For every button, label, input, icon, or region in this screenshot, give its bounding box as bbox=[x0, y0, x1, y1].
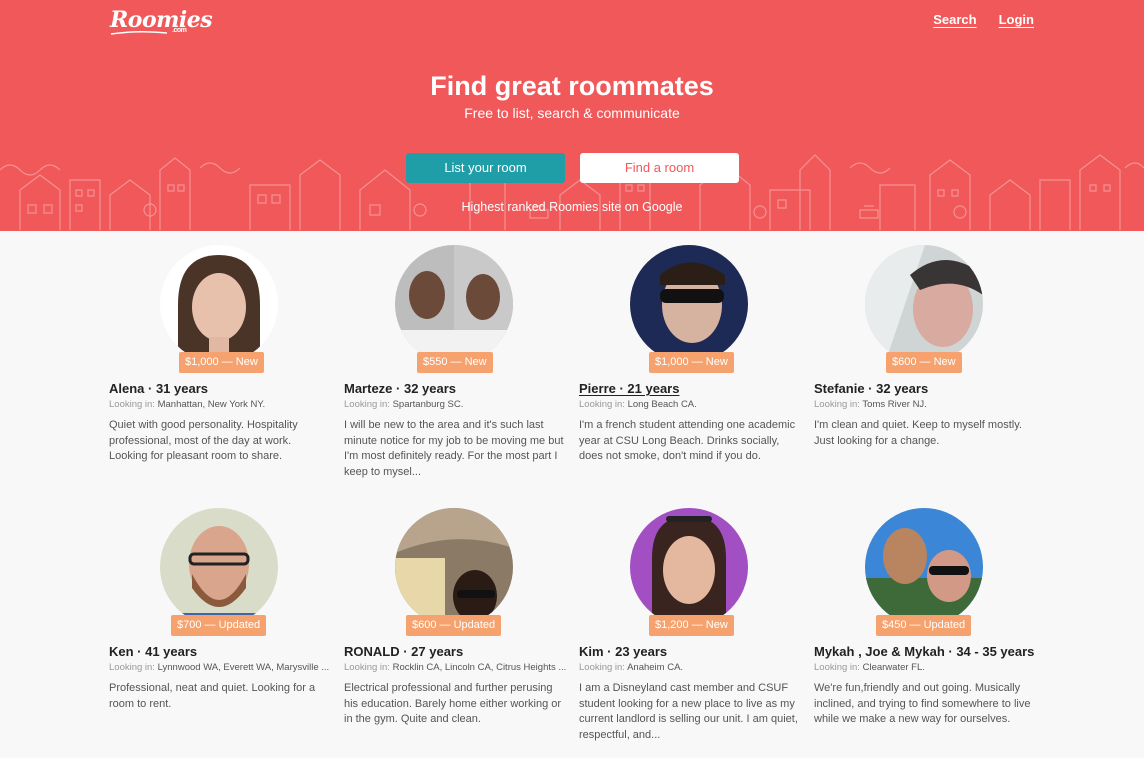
looking-in-label: Looking in: bbox=[814, 662, 860, 673]
listing-description: Electrical professional and further peru… bbox=[344, 682, 562, 725]
listing-description: I'm clean and quiet. Keep to myself most… bbox=[814, 419, 1022, 447]
listing-name[interactable]: Ken · 41 years bbox=[109, 644, 197, 659]
listing-location: Looking in: Spartanburg SC. bbox=[344, 399, 566, 410]
listing-location: Looking in: Lynnwood WA, Everett WA, Mar… bbox=[109, 662, 331, 673]
avatar bbox=[865, 508, 983, 626]
location-value: Clearwater FL. bbox=[862, 662, 925, 673]
looking-in-label: Looking in: bbox=[814, 399, 860, 410]
listing-name[interactable]: Mykah , Joe & Mykah · 34 - 35 years bbox=[814, 644, 1034, 659]
avatar bbox=[395, 508, 513, 626]
looking-in-label: Looking in: bbox=[344, 399, 390, 410]
avatar bbox=[160, 245, 278, 363]
listing-location: Looking in: Long Beach CA. bbox=[579, 399, 801, 410]
listing-location: Looking in: Manhattan, New York NY. bbox=[109, 399, 331, 410]
roomies-logo[interactable]: Roomies .com bbox=[110, 7, 213, 35]
price-badge: $450 — Updated bbox=[876, 615, 972, 636]
find-a-room-button[interactable]: Find a room bbox=[580, 153, 739, 183]
looking-in-label: Looking in: bbox=[579, 399, 625, 410]
price-badge: $700 — Updated bbox=[171, 615, 267, 636]
location-value: Rocklin CA, Lincoln CA, Citrus Heights .… bbox=[392, 662, 566, 673]
looking-in-label: Looking in: bbox=[109, 399, 155, 410]
location-value: Lynnwood WA, Everett WA, Marysville ... bbox=[157, 662, 330, 673]
listing-description: We're fun,friendly and out going. Musica… bbox=[814, 682, 1031, 725]
listing-name[interactable]: Kim · 23 years bbox=[579, 644, 667, 659]
hero-banner: Roomies .com Search Login Find great roo… bbox=[0, 0, 1144, 231]
search-link[interactable]: Search bbox=[933, 12, 976, 27]
listing-location: Looking in: Anaheim CA. bbox=[579, 662, 801, 673]
listing-description: Professional, neat and quiet. Looking fo… bbox=[109, 682, 316, 710]
avatar bbox=[395, 245, 513, 363]
listing-description: I'm a french student attending one acade… bbox=[579, 419, 796, 462]
listing-name[interactable]: Stefanie · 32 years bbox=[814, 381, 928, 396]
price-badge: $550 — New bbox=[417, 352, 493, 373]
avatar bbox=[630, 245, 748, 363]
looking-in-label: Looking in: bbox=[344, 662, 390, 673]
location-value: Spartanburg SC. bbox=[392, 399, 464, 410]
price-badge: $1,200 — New bbox=[649, 615, 734, 636]
house-pattern-decoration bbox=[0, 154, 1144, 230]
listing-description: I am a Disneyland cast member and CSUF s… bbox=[579, 682, 798, 741]
location-value: Toms River NJ. bbox=[862, 399, 927, 410]
price-badge: $1,000 — New bbox=[179, 352, 264, 373]
hero-subtitle: Free to list, search & communicate bbox=[464, 105, 680, 121]
listing-name[interactable]: RONALD · 27 years bbox=[344, 644, 463, 659]
listing-location: Looking in: Rocklin CA, Lincoln CA, Citr… bbox=[344, 662, 566, 673]
listing-name[interactable]: Alena · 31 years bbox=[109, 381, 208, 396]
hero-title: Find great roommates bbox=[430, 71, 714, 101]
avatar bbox=[160, 508, 278, 626]
hero-ranking-note: Highest ranked Roomies site on Google bbox=[461, 200, 683, 214]
price-badge: $600 — Updated bbox=[406, 615, 502, 636]
looking-in-label: Looking in: bbox=[109, 662, 155, 673]
listing-description: I will be new to the area and it's such … bbox=[344, 419, 564, 478]
list-your-room-button[interactable]: List your room bbox=[406, 153, 565, 183]
logo-suffix: .com bbox=[172, 27, 187, 34]
logo-swoosh-icon bbox=[110, 30, 168, 35]
listing-location: Looking in: Clearwater FL. bbox=[814, 662, 1036, 673]
listing-name[interactable]: Marteze · 32 years bbox=[344, 381, 456, 396]
listing-location: Looking in: Toms River NJ. bbox=[814, 399, 1036, 410]
looking-in-label: Looking in: bbox=[579, 662, 625, 673]
price-badge: $600 — New bbox=[886, 352, 962, 373]
price-badge: $1,000 — New bbox=[649, 352, 734, 373]
avatar bbox=[630, 508, 748, 626]
listing-description: Quiet with good personality. Hospitality… bbox=[109, 419, 298, 462]
listing-name[interactable]: Pierre · 21 years bbox=[579, 381, 679, 396]
avatar bbox=[865, 245, 983, 363]
location-value: Long Beach CA. bbox=[627, 399, 697, 410]
location-value: Manhattan, New York NY. bbox=[157, 399, 266, 410]
location-value: Anaheim CA. bbox=[627, 662, 684, 673]
login-link[interactable]: Login bbox=[999, 12, 1034, 27]
top-nav: Search Login bbox=[933, 12, 1034, 27]
